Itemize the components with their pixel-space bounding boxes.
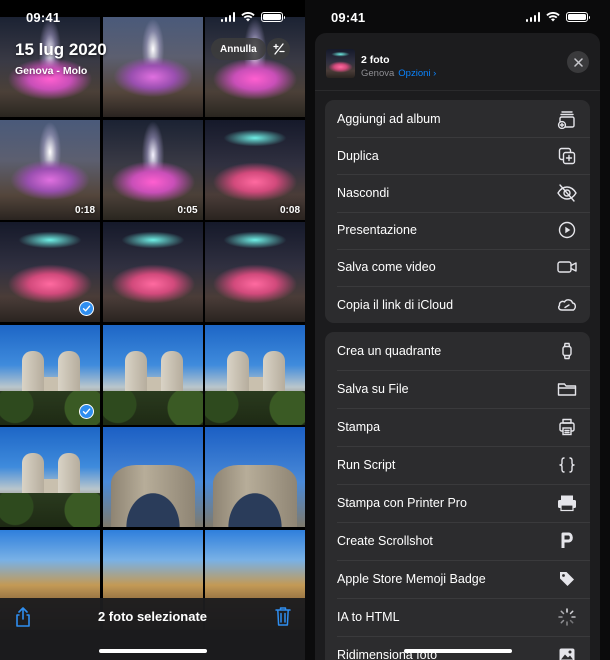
braces-icon (556, 454, 578, 476)
home-indicator (98, 649, 207, 653)
action-label: Aggiungi ad album (337, 111, 441, 126)
action-loading-spinner[interactable]: IA to HTML (325, 598, 590, 636)
photo-icon (556, 644, 578, 660)
action-add-to-album[interactable]: Aggiungi ad album (325, 100, 590, 137)
actions-group-shortcuts: Crea un quadrante Salva su File Stampa Run … (325, 332, 590, 660)
home-indicator (403, 649, 512, 653)
action-label: Presentazione (337, 223, 417, 238)
action-label: IA to HTML (337, 610, 400, 624)
selection-count-label: 2 foto selezionate (97, 609, 208, 624)
battery-icon (566, 12, 590, 22)
photo-thumbnail[interactable] (205, 222, 305, 322)
printer-icon (556, 416, 578, 438)
printer-pro-icon (556, 492, 578, 514)
action-hide-eye[interactable]: Nascondi (325, 174, 590, 211)
cellular-signal-icon (525, 12, 540, 22)
status-time: 09:41 (26, 9, 61, 25)
action-tag[interactable]: Apple Store Memoji Badge (325, 560, 590, 598)
action-printer[interactable]: Stampa (325, 408, 590, 446)
hide-eye-icon (556, 182, 578, 204)
photo-thumbnail[interactable] (102, 222, 203, 322)
video-duration-label: 0:05 (177, 204, 198, 216)
photo-grid: 0:18 0:05 0:08 (0, 17, 305, 630)
options-link[interactable]: Opzioni › (398, 68, 436, 79)
loading-spinner-icon (556, 606, 578, 628)
action-braces[interactable]: Run Script (325, 446, 590, 484)
p-icon (556, 530, 578, 552)
action-label: Salva su File (337, 382, 409, 396)
folder-icon (556, 378, 578, 400)
close-button[interactable] (567, 51, 589, 73)
share-sheet-location: Genova (361, 68, 395, 79)
wifi-icon (241, 12, 255, 22)
album-date-title: 15 lug 2020 (15, 40, 107, 59)
action-link[interactable]: Copia il link di iCloud (325, 285, 590, 323)
status-icons (525, 12, 590, 22)
action-printer-pro[interactable]: Stampa con Printer Pro (325, 484, 590, 522)
album-location: Genova - Molo (15, 65, 88, 77)
video-duration-label: 0:08 (279, 204, 300, 216)
trash-icon (275, 607, 291, 626)
tag-icon (556, 568, 578, 590)
action-label: Create Scrollshot (337, 534, 433, 548)
action-label: Salva come video (337, 260, 436, 275)
status-time: 09:41 (331, 9, 366, 25)
action-label: Stampa con Printer Pro (337, 496, 467, 510)
action-duplicate[interactable]: Duplica (325, 137, 590, 174)
action-label: Apple Store Memoji Badge (337, 572, 486, 586)
photo-thumbnail[interactable]: 0:05 (102, 119, 203, 220)
photo-thumbnail[interactable] (0, 324, 100, 425)
status-bar: 09:41 (0, 0, 305, 34)
close-icon (573, 57, 583, 67)
action-watch[interactable]: Crea un quadrante (325, 332, 590, 370)
action-label: Duplica (337, 148, 379, 163)
share-sheet-subtitle: Genova Opzioni › (361, 68, 436, 79)
selection-thumbnail (326, 49, 355, 78)
photos-selection-pane: 09:41 0:18 0:05 0:08 15 lug 2020 Genova - … (0, 0, 305, 660)
photo-thumbnail[interactable] (0, 427, 100, 527)
photo-thumbnail[interactable] (102, 427, 203, 527)
cancel-button[interactable]: Annulla (211, 38, 266, 60)
action-label: Nascondi (337, 185, 390, 200)
status-icons (220, 12, 285, 22)
share-sheet-pane: 09:41 2 foto Genova Opzioni › Aggiungi ad… (305, 0, 610, 660)
action-play[interactable]: Presentazione (325, 211, 590, 249)
cellular-signal-icon (220, 12, 235, 22)
plus-minus-toggle-button[interactable] (267, 38, 290, 60)
photo-thumbnail[interactable] (102, 324, 203, 425)
share-sheet: 2 foto Genova Opzioni › Aggiungi ad album… (315, 33, 600, 660)
action-video-camera[interactable]: Salva come video (325, 248, 590, 286)
photo-thumbnail[interactable] (0, 222, 100, 322)
video-duration-label: 0:18 (74, 204, 95, 216)
action-photo[interactable]: Ridimensiona foto (325, 636, 590, 660)
add-to-album-icon (556, 108, 578, 130)
selected-checkmark-icon (79, 403, 94, 419)
link-icon (556, 294, 578, 316)
actions-group-photos: Aggiungi ad album Duplica Nascondi Presenta… (325, 100, 590, 323)
play-icon (556, 219, 578, 241)
status-bar: 09:41 (305, 0, 610, 34)
share-sheet-header: 2 foto Genova Opzioni › (315, 33, 600, 91)
video-camera-icon (556, 256, 578, 278)
photo-thumbnail[interactable]: 0:18 (0, 119, 100, 220)
selected-checkmark-icon (79, 301, 94, 316)
photo-thumbnail[interactable]: 0:08 (205, 119, 305, 220)
action-folder[interactable]: Salva su File (325, 370, 590, 408)
action-label: Copia il link di iCloud (337, 297, 454, 312)
battery-icon (261, 12, 285, 22)
action-p[interactable]: Create Scrollshot (325, 522, 590, 560)
wifi-icon (546, 12, 560, 22)
watch-icon (556, 340, 578, 362)
delete-button[interactable] (275, 606, 291, 631)
action-label: Crea un quadrante (337, 344, 442, 358)
photo-thumbnail[interactable] (205, 427, 305, 527)
duplicate-icon (556, 145, 578, 167)
action-label: Stampa (337, 420, 381, 434)
photo-thumbnail[interactable] (205, 324, 305, 425)
share-sheet-title: 2 foto (361, 54, 390, 66)
action-label: Run Script (337, 458, 396, 472)
plus-minus-icon (272, 43, 285, 55)
